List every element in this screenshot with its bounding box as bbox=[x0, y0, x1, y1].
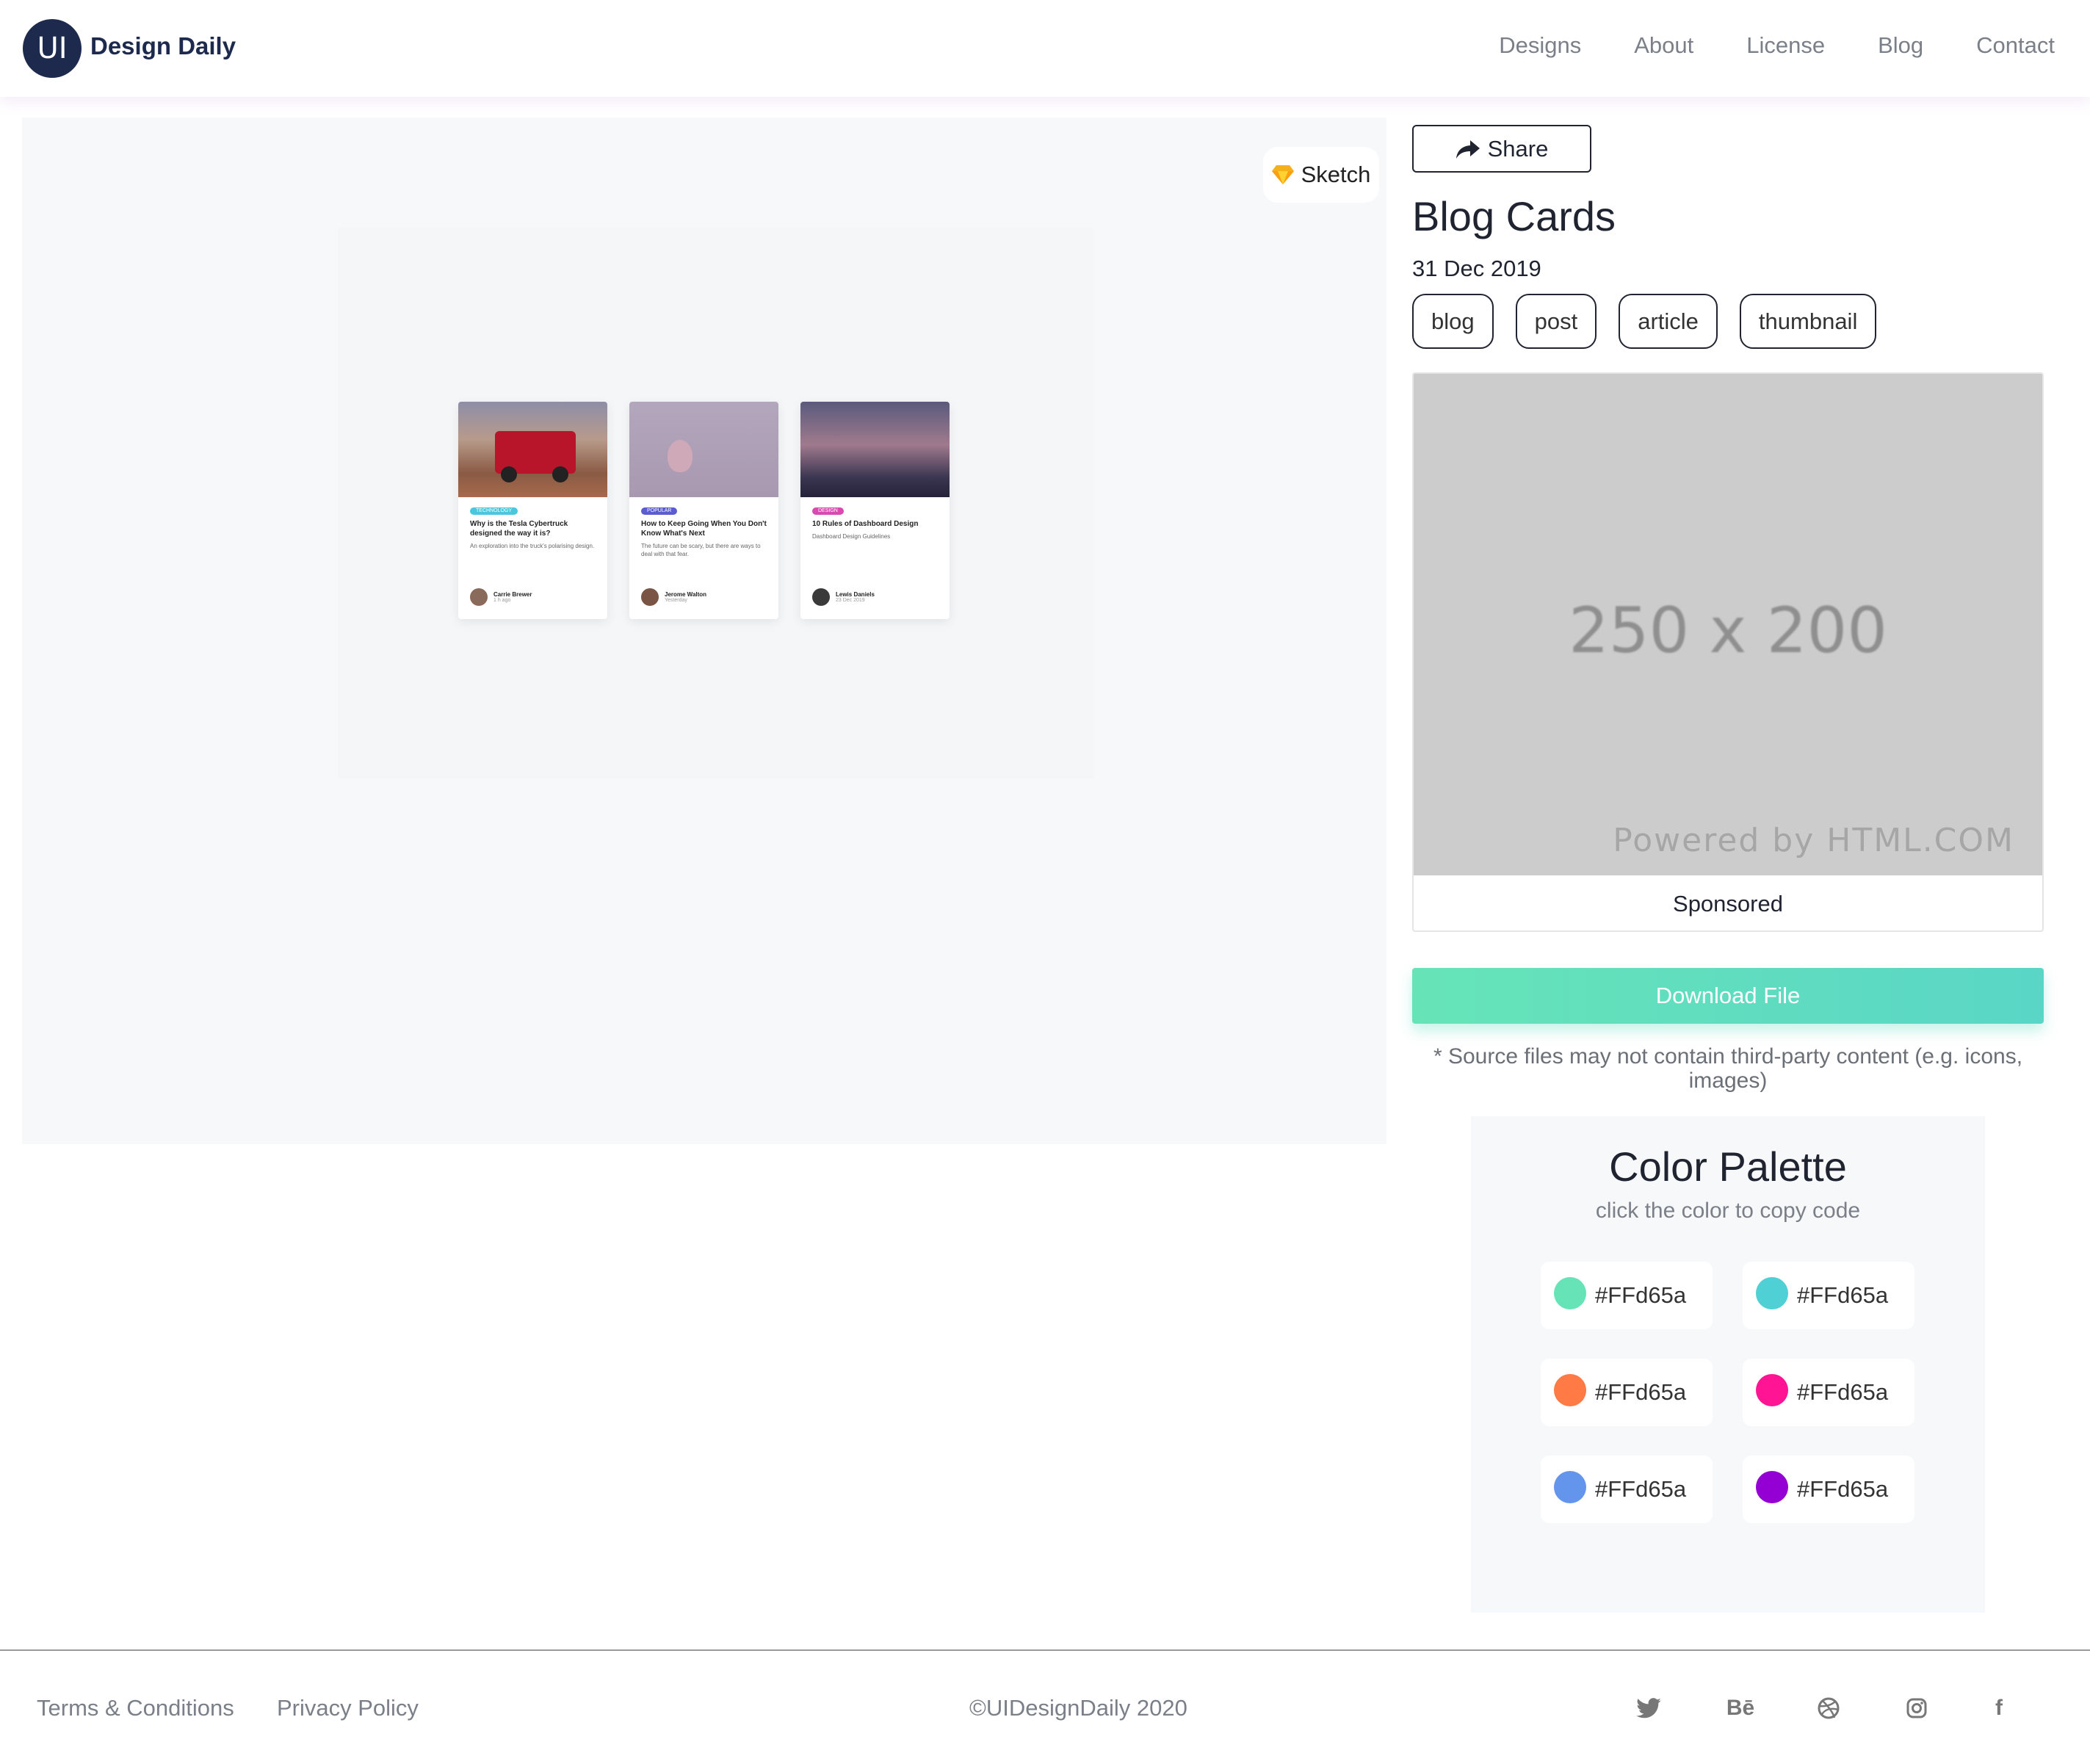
card-title: Why is the Tesla Cybertruck designed the… bbox=[470, 520, 568, 538]
palette-subtitle: click the color to copy code bbox=[1595, 1199, 1861, 1223]
color-swatch[interactable]: #FFd65a bbox=[1541, 1359, 1713, 1426]
behance-icon[interactable]: Bē bbox=[1722, 1693, 1759, 1723]
color-code: #FFd65a bbox=[1797, 1476, 1889, 1502]
card-image-jeep bbox=[458, 402, 607, 497]
card-tag: POPULAR bbox=[641, 507, 678, 515]
sketch-badge[interactable]: Sketch bbox=[1263, 147, 1379, 203]
page-title: Blog Cards bbox=[1412, 193, 1616, 239]
card-author: Jerome Walton Yesterday bbox=[641, 588, 706, 606]
logo-text[interactable]: Design Daily bbox=[90, 32, 236, 60]
avatar bbox=[470, 588, 488, 606]
nav-blog[interactable]: Blog bbox=[1878, 32, 1923, 59]
blog-card: TECHNOLOGY Why is the Tesla Cybertruck d… bbox=[458, 402, 607, 619]
avatar bbox=[812, 588, 830, 606]
card-desc: The future can be scary, but there are w… bbox=[641, 543, 761, 557]
sponsored-ad[interactable]: 250 x 200 Powered by HTML.COM Sponsored bbox=[1412, 372, 2044, 932]
nav-designs[interactable]: Designs bbox=[1499, 32, 1581, 59]
share-button[interactable]: Share bbox=[1412, 125, 1591, 173]
color-dot bbox=[1756, 1471, 1788, 1503]
terms-link[interactable]: Terms & Conditions bbox=[37, 1695, 234, 1721]
download-button[interactable]: Download File bbox=[1412, 968, 2044, 1024]
ad-powered-text: Powered by HTML.COM bbox=[1613, 822, 2014, 859]
color-swatch[interactable]: #FFd65a bbox=[1743, 1359, 1914, 1426]
post-time: 23 Dec 2019 bbox=[836, 598, 865, 603]
publish-date: 31 Dec 2019 bbox=[1412, 256, 1541, 281]
color-code: #FFd65a bbox=[1595, 1282, 1687, 1308]
tag-post[interactable]: post bbox=[1515, 294, 1597, 349]
card-title: 10 Rules of Dashboard Design bbox=[812, 520, 919, 528]
card-title: How to Keep Going When You Don't Know Wh… bbox=[641, 520, 767, 538]
color-code: #FFd65a bbox=[1595, 1476, 1687, 1502]
top-nav: UI Design Daily Designs About License Bl… bbox=[0, 0, 2090, 97]
card-tag: DESIGN bbox=[812, 507, 844, 515]
post-time: 1 h ago bbox=[493, 598, 511, 603]
author-name: Lewis Daniels bbox=[836, 591, 875, 598]
author-name: Carrie Brewer bbox=[493, 591, 532, 598]
design-preview: Sketch TECHNOLOGY Why is the Tesla Cyber… bbox=[22, 118, 1386, 1144]
blog-card: POPULAR How to Keep Going When You Don't… bbox=[629, 402, 778, 619]
share-label: Share bbox=[1487, 135, 1549, 162]
color-swatch[interactable]: #FFd65a bbox=[1541, 1456, 1713, 1523]
dribbble-icon[interactable] bbox=[1814, 1693, 1843, 1723]
color-swatch[interactable]: #FFd65a bbox=[1743, 1456, 1914, 1523]
palette-title: Color Palette bbox=[1609, 1143, 1847, 1190]
color-dot bbox=[1554, 1471, 1586, 1503]
post-time: Yesterday bbox=[665, 598, 687, 603]
tag-blog[interactable]: blog bbox=[1412, 294, 1494, 349]
color-palette: Color Palette click the color to copy co… bbox=[1471, 1116, 1985, 1613]
card-image-city bbox=[800, 402, 950, 497]
color-dot bbox=[1554, 1277, 1586, 1309]
share-icon bbox=[1456, 140, 1480, 159]
card-desc: Dashboard Design Guidelines bbox=[812, 533, 891, 540]
privacy-link[interactable]: Privacy Policy bbox=[277, 1695, 419, 1721]
color-swatch[interactable]: #FFd65a bbox=[1541, 1262, 1713, 1329]
card-author: Lewis Daniels 23 Dec 2019 bbox=[812, 588, 875, 606]
card-tag: TECHNOLOGY bbox=[470, 507, 518, 515]
ad-image[interactable]: 250 x 200 Powered by HTML.COM bbox=[1414, 374, 2042, 875]
facebook-icon[interactable]: f bbox=[1984, 1693, 2014, 1723]
author-name: Jerome Walton bbox=[665, 591, 707, 598]
tag-thumbnail[interactable]: thumbnail bbox=[1739, 294, 1877, 349]
nav-about[interactable]: About bbox=[1634, 32, 1693, 59]
footer: Terms & Conditions Privacy Policy ©UIDes… bbox=[0, 1649, 2090, 1764]
twitter-icon[interactable] bbox=[1634, 1693, 1663, 1723]
instagram-icon[interactable] bbox=[1902, 1693, 1931, 1723]
card-desc: An exploration into the truck's polarisi… bbox=[470, 543, 595, 549]
tag-article[interactable]: article bbox=[1619, 294, 1718, 349]
sketch-label: Sketch bbox=[1301, 162, 1371, 187]
tag-list: blog post article thumbnail bbox=[1412, 294, 1877, 349]
logo-badge[interactable]: UI bbox=[23, 19, 82, 78]
nav-contact[interactable]: Contact bbox=[1976, 32, 2055, 59]
color-swatch[interactable]: #FFd65a bbox=[1743, 1262, 1914, 1329]
color-dot bbox=[1756, 1374, 1788, 1406]
copyright: ©UIDesignDaily 2020 bbox=[969, 1695, 1187, 1721]
sketch-icon bbox=[1271, 165, 1294, 184]
blog-card: DESIGN 10 Rules of Dashboard Design Dash… bbox=[800, 402, 950, 619]
color-dot bbox=[1554, 1374, 1586, 1406]
nav-links: Designs About License Blog Contact bbox=[1499, 32, 2055, 59]
ad-label: Sponsored bbox=[1673, 890, 1783, 917]
nav-license[interactable]: License bbox=[1746, 32, 1825, 59]
ad-size-text: 250 x 200 bbox=[1569, 594, 1887, 668]
avatar bbox=[641, 588, 659, 606]
color-code: #FFd65a bbox=[1797, 1379, 1889, 1405]
color-dot bbox=[1756, 1277, 1788, 1309]
color-code: #FFd65a bbox=[1595, 1379, 1687, 1405]
source-note: * Source files may not contain third-par… bbox=[1433, 1044, 2023, 1093]
card-author: Carrie Brewer 1 h ago bbox=[470, 588, 532, 606]
color-code: #FFd65a bbox=[1797, 1282, 1889, 1308]
card-image-balloon bbox=[629, 402, 778, 497]
